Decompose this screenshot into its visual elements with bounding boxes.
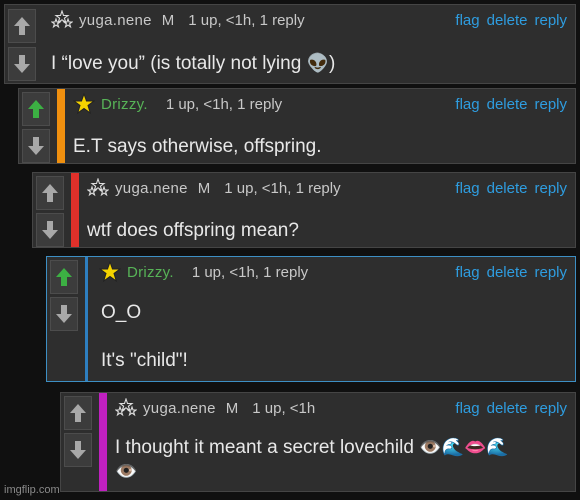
upvote-button[interactable] <box>22 92 50 126</box>
thread-stripe <box>71 173 79 247</box>
emoji-sequence: 👁️🌊👄🌊 <box>419 437 509 457</box>
arrow-up-icon <box>70 404 86 422</box>
upvote-button[interactable] <box>50 260 78 294</box>
arrow-up-icon <box>42 184 58 202</box>
comment-actions: flag delete reply <box>455 393 567 423</box>
username[interactable]: yuga.nene <box>115 180 188 197</box>
arrow-down-icon <box>28 137 44 155</box>
comment-text-line-2: It's "child"! <box>101 350 188 371</box>
comment-text: I “love you” (is totally not lying 👽) <box>51 51 567 76</box>
username[interactable]: Drizzy. <box>127 264 174 281</box>
comment-actions: flag delete reply <box>455 257 567 287</box>
eye-icon: 👁️ <box>115 461 138 481</box>
delete-link[interactable]: delete <box>487 400 528 417</box>
downvote-button[interactable] <box>36 213 64 247</box>
thread-stripe <box>85 257 88 381</box>
comment-text-line-1: I thought it meant a secret lovechild 👁️… <box>115 435 567 460</box>
comment-text: wtf does offspring mean? <box>87 220 299 241</box>
comment-actions: flag delete reply <box>455 5 567 35</box>
arrow-down-icon <box>56 305 72 323</box>
flag-link[interactable]: flag <box>455 96 479 113</box>
delete-link[interactable]: delete <box>487 96 528 113</box>
upvote-button[interactable] <box>64 396 92 430</box>
thread-stripe <box>99 393 107 491</box>
comment-meta: 1 up, <1h, 1 reply <box>188 11 305 29</box>
flag-link[interactable]: flag <box>455 264 479 281</box>
gender-label: M <box>197 179 211 197</box>
comment-text-main: I “love you” (is totally not lying <box>51 53 307 74</box>
comment-4: Drizzy. 1 up, <1h, 1 reply flag delete r… <box>46 256 576 382</box>
comment-5: yuga.nene M 1 up, <1h flag delete reply … <box>60 392 576 492</box>
comment-meta: 1 up, <1h, 1 reply <box>165 95 283 113</box>
delete-link[interactable]: delete <box>487 180 528 197</box>
reply-link[interactable]: reply <box>534 180 567 197</box>
comment-text-line-2: 👁️ <box>115 459 567 484</box>
flag-link[interactable]: flag <box>455 12 479 29</box>
flag-link[interactable]: flag <box>455 400 479 417</box>
comment-3: yuga.nene M 1 up, <1h, 1 reply flag dele… <box>32 172 576 248</box>
reply-link[interactable]: reply <box>534 96 567 113</box>
username[interactable]: Drizzy. <box>101 96 148 113</box>
reply-link[interactable]: reply <box>534 400 567 417</box>
gender-label: M <box>225 399 239 417</box>
thread-stripe <box>41 5 49 83</box>
comment-meta: 1 up, <1h, 1 reply <box>224 179 341 197</box>
vote-column <box>47 257 81 381</box>
comment-text: E.T says otherwise, offspring. <box>73 136 322 157</box>
downvote-button[interactable] <box>64 433 92 467</box>
star-icon <box>73 93 95 115</box>
user-rank-icon <box>115 398 137 417</box>
vote-column <box>5 5 39 83</box>
arrow-down-icon <box>42 221 58 239</box>
vote-column <box>19 89 53 163</box>
reply-link[interactable]: reply <box>534 264 567 281</box>
star-icon <box>99 261 121 283</box>
arrow-up-icon <box>14 17 30 35</box>
comment-text-end: ) <box>328 53 336 74</box>
comment-actions: flag delete reply <box>455 173 567 203</box>
delete-link[interactable]: delete <box>487 12 528 29</box>
username[interactable]: yuga.nene <box>143 400 216 417</box>
comment-text-line-1: O_O <box>101 302 142 323</box>
comment-meta: 1 up, <1h <box>252 399 316 417</box>
vote-column <box>61 393 95 491</box>
arrow-up-icon <box>28 100 44 118</box>
downvote-button[interactable] <box>22 129 50 163</box>
arrow-up-icon <box>56 268 72 286</box>
downvote-button[interactable] <box>8 47 36 81</box>
upvote-button[interactable] <box>36 176 64 210</box>
arrow-down-icon <box>70 441 86 459</box>
vote-column <box>33 173 67 247</box>
comment-actions: flag delete reply <box>455 89 567 119</box>
comment-text-main: I thought it meant a secret lovechild <box>115 437 420 458</box>
watermark: imgflip.com <box>4 484 60 496</box>
upvote-button[interactable] <box>8 9 36 43</box>
username[interactable]: yuga.nene <box>79 12 152 29</box>
reply-link[interactable]: reply <box>534 12 567 29</box>
flag-link[interactable]: flag <box>455 180 479 197</box>
delete-link[interactable]: delete <box>487 264 528 281</box>
comment-meta: 1 up, <1h, 1 reply <box>191 263 309 281</box>
comment-1: yuga.nene M 1 up, <1h, 1 reply flag dele… <box>4 4 576 84</box>
user-rank-icon <box>87 178 109 197</box>
comment-2: Drizzy. 1 up, <1h, 1 reply flag delete r… <box>18 88 576 164</box>
downvote-button[interactable] <box>50 297 78 331</box>
alien-icon: 👽 <box>306 53 329 73</box>
gender-label: M <box>161 11 175 29</box>
thread-stripe <box>57 89 65 163</box>
user-rank-icon <box>51 10 73 29</box>
arrow-down-icon <box>14 55 30 73</box>
